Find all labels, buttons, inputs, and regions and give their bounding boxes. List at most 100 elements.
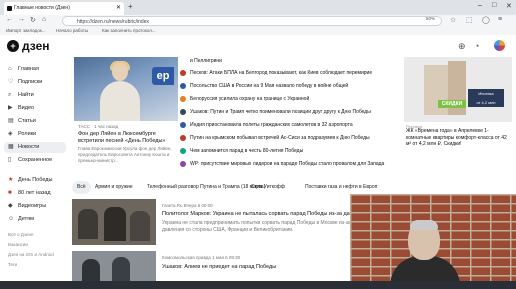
- ad-text[interactable]: ЖК «Времена года» в Апрелевке 1-комнатны…: [406, 128, 512, 148]
- ad-image[interactable]: СКИДКИ Ипотека от 4,2 млн: [404, 57, 512, 122]
- main-story-source[interactable]: ТАСС · 1 час назад: [78, 124, 118, 129]
- browser-tab[interactable]: Главные новости (Дзен) ✕: [4, 2, 124, 15]
- source-favicon-icon: [180, 108, 186, 115]
- news-icon: ▦: [8, 144, 14, 150]
- bookmark-item[interactable]: Как заполнить протокол...: [102, 27, 156, 35]
- source-favicon-icon: [180, 69, 186, 76]
- news-item-title: Индия приостановила полеты гражданских с…: [190, 122, 353, 128]
- news-item[interactable]: WP: присутствие мировых лидеров на парад…: [180, 158, 398, 170]
- feed-title[interactable]: Ушаков: Алиев не приедет на парад Победы: [162, 264, 276, 270]
- address-bar[interactable]: https://dzen.ru/news/rubric/index: [62, 16, 442, 26]
- news-item-title: Посольство США в России на 9 Мая назвало…: [190, 83, 349, 89]
- source-favicon-icon: [180, 134, 186, 141]
- feed-title[interactable]: Политолог Марков: Украина не пыталась со…: [162, 211, 365, 217]
- sidebar-channel-games[interactable]: ◆ Видеоигры: [4, 201, 66, 212]
- sidebar-item-label: 80 лет назад: [18, 190, 51, 196]
- sidebar-item-subscriptions[interactable]: ♡ Подписки: [4, 77, 66, 88]
- avatar[interactable]: [494, 40, 505, 51]
- forward-icon[interactable]: →: [18, 16, 25, 23]
- sidebar-item-video[interactable]: ▶ Видео: [4, 103, 66, 114]
- maximize-icon[interactable]: □: [492, 2, 496, 9]
- kids-icon: ☺: [8, 216, 15, 222]
- ep-logo: ep: [152, 67, 174, 85]
- footer-link[interactable]: Дзен на iOS и Android: [8, 252, 54, 257]
- news-item-title: Чем запомнится парад в честь 80-летия По…: [190, 148, 304, 154]
- sidebar-item-label: Детям: [18, 216, 34, 222]
- tab-all[interactable]: Всё: [72, 181, 91, 194]
- feed-source[interactable]: Комсомольская правда 1 мая в 09:30: [162, 255, 240, 260]
- news-item[interactable]: Чем запомнится парад в честь 80-летия По…: [180, 145, 398, 157]
- sidebar-item-label: Видеоигры: [18, 203, 47, 209]
- sidebar-item-search[interactable]: ⌕ Найти: [4, 90, 66, 101]
- ad-price: Ипотека от 4,2 млн: [468, 89, 504, 107]
- news-item[interactable]: Песков: Атаки БПЛА на Белгород показываю…: [180, 67, 398, 79]
- tab-gas-oil[interactable]: Поставки газа и нефти в Европ: [300, 181, 382, 194]
- sidebar-item-news[interactable]: ▦ Новости: [4, 142, 66, 153]
- site-logo[interactable]: дзен: [22, 39, 50, 53]
- ad-price-line: от 4,2 млн: [476, 100, 496, 105]
- sidebar-channel-kids[interactable]: ☺ Детям: [4, 214, 66, 225]
- bookmark-item[interactable]: Импорт закладок...: [6, 27, 46, 35]
- sidebar-item-clips[interactable]: ◈ Ролики: [4, 129, 66, 140]
- sidebar-item-label: Ролики: [18, 131, 37, 137]
- news-item-title: Путин на крымском побывал встречей Ас-Си…: [190, 135, 370, 141]
- footer-link[interactable]: Всё о Дзене: [8, 232, 33, 237]
- new-tab-icon[interactable]: +: [128, 2, 133, 11]
- bell-icon[interactable]: ◔: [474, 41, 479, 51]
- main-story-image[interactable]: ep: [74, 57, 178, 121]
- menu-icon[interactable]: ≡: [498, 16, 502, 23]
- tab-army[interactable]: Армия и оружие: [90, 181, 138, 194]
- search-icon: ⌕: [8, 92, 12, 98]
- source-favicon-icon: [180, 147, 186, 154]
- minimize-icon[interactable]: –: [478, 2, 482, 9]
- sidebar-item-label: Подписки: [18, 79, 43, 85]
- sidebar-item-label: Статьи: [18, 118, 36, 124]
- news-item-title: Ушаков: Путин и Трамп четко поименовали …: [190, 109, 371, 115]
- sidebar-item-label: Найти: [18, 92, 34, 98]
- play-icon: ▶: [8, 105, 13, 111]
- sidebar-channel-80-years[interactable]: ■ 80 лет назад: [4, 188, 66, 199]
- heart-icon: ♡: [8, 79, 14, 85]
- footer-link[interactable]: Вакансии: [8, 242, 28, 247]
- dzen-logo-icon[interactable]: +: [7, 40, 19, 52]
- sidebar-item-saved[interactable]: ▯ Сохраненное: [4, 155, 66, 166]
- main-story-desc: Глава Еврокомиссии Урсула фон дер Ляйен,…: [78, 146, 172, 163]
- news-item[interactable]: Белоруссия усилила охрану на границе с У…: [180, 93, 398, 105]
- star-icon[interactable]: ☆: [450, 16, 456, 24]
- os-taskbar: [0, 281, 516, 289]
- tab-close-icon[interactable]: ✕: [116, 2, 121, 15]
- news-item[interactable]: Посольство США в России на 9 Мая назвало…: [180, 80, 398, 92]
- zoom-level[interactable]: 50%: [426, 16, 435, 21]
- dzen-favicon-icon: [7, 6, 12, 11]
- feed-source[interactable]: Газета.Ru Вчера в 00:00: [162, 203, 213, 208]
- reload-icon[interactable]: ↻: [30, 16, 36, 24]
- news-item[interactable]: и Пеллигрини: [180, 55, 398, 67]
- add-icon[interactable]: ⊕: [458, 41, 466, 52]
- home-icon: ⌂: [8, 66, 12, 72]
- home-icon[interactable]: ⌂: [42, 16, 46, 23]
- clips-icon: ◈: [8, 131, 13, 137]
- figure-shape: [130, 211, 150, 241]
- sidebar-item-articles[interactable]: ▤ Статьи: [4, 116, 66, 127]
- feed-image[interactable]: [72, 199, 156, 245]
- main-story-title[interactable]: Фон дер Ляйен в Люксембурге встретили пе…: [78, 131, 178, 145]
- feed-image[interactable]: [72, 251, 156, 281]
- footer-link[interactable]: Теги: [8, 262, 17, 267]
- news-item[interactable]: Ушаков: Путин и Трамп четко поименовали …: [180, 106, 398, 118]
- news-item-title: WP: присутствие мировых лидеров на парад…: [190, 161, 385, 167]
- sidebar-item-home[interactable]: ⌂ Главная: [4, 64, 66, 75]
- bookmark-item[interactable]: Начало работы: [56, 27, 88, 35]
- window-close-icon[interactable]: ✕: [506, 2, 512, 10]
- news-item[interactable]: Путин на крымском побывал встречей Ас-Си…: [180, 132, 398, 144]
- back-icon[interactable]: ←: [6, 16, 13, 23]
- account-icon[interactable]: ◯: [482, 16, 490, 24]
- browser-tab-strip: Главные новости (Дзен) ✕ + – □ ✕: [0, 0, 516, 15]
- extensions-icon[interactable]: ⬚: [466, 16, 473, 24]
- tab-witkoff[interactable]: Стив Уиткофф: [246, 181, 290, 194]
- source-favicon-icon: [180, 121, 186, 128]
- figure-shape: [104, 207, 126, 241]
- sidebar-item-label: Главная: [18, 66, 39, 72]
- news-item[interactable]: Индия приостановила полеты гражданских с…: [180, 119, 398, 131]
- sidebar-channel-victory-day[interactable]: ★ День Победы: [4, 175, 66, 186]
- channel-icon: ■: [8, 190, 12, 196]
